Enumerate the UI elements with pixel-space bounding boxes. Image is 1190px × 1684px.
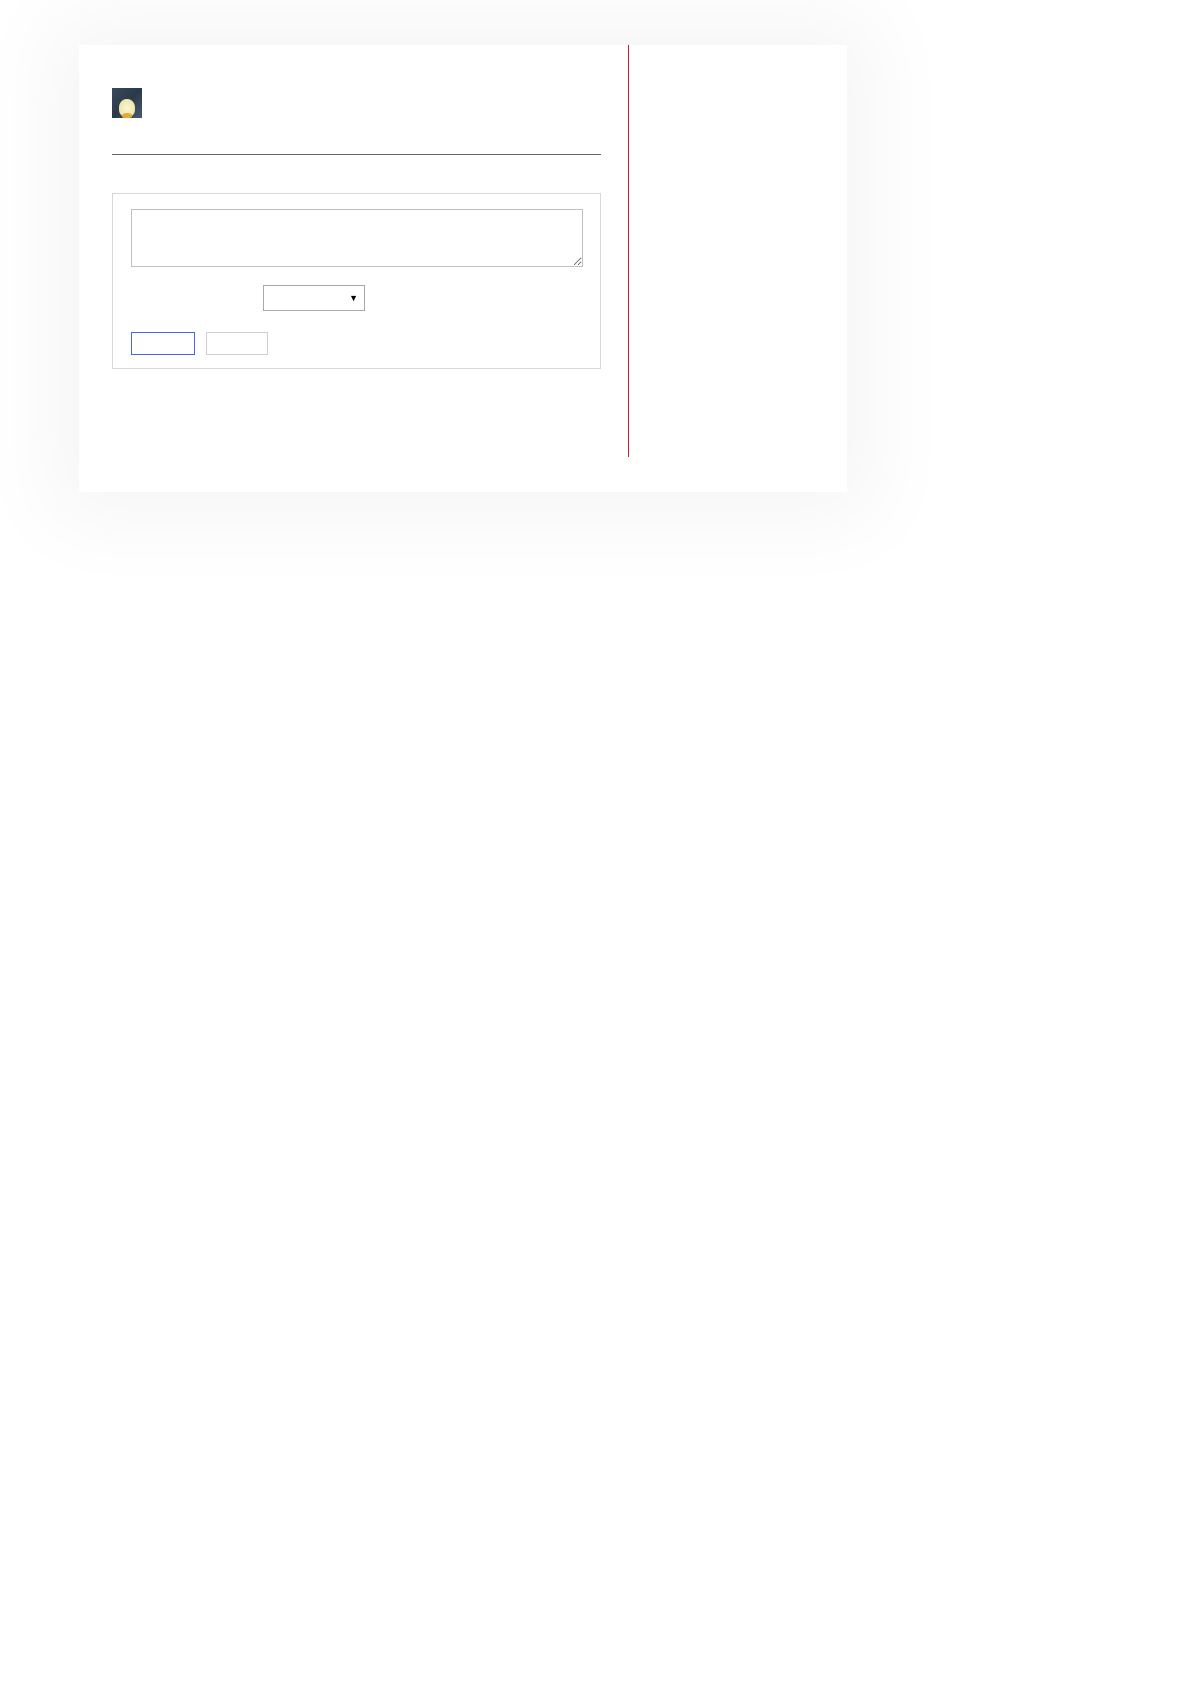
avatar-image <box>112 88 142 118</box>
vertical-divider <box>628 45 629 457</box>
submit-button[interactable] <box>131 332 195 355</box>
button-row <box>131 332 582 355</box>
select-row <box>131 285 582 311</box>
page-container <box>79 45 847 492</box>
category-select[interactable] <box>263 285 365 311</box>
select-wrapper <box>263 285 365 311</box>
form-container <box>112 193 601 369</box>
main-content <box>112 88 601 369</box>
comment-textarea[interactable] <box>131 209 583 267</box>
cancel-button[interactable] <box>206 332 268 355</box>
horizontal-divider <box>112 154 601 155</box>
